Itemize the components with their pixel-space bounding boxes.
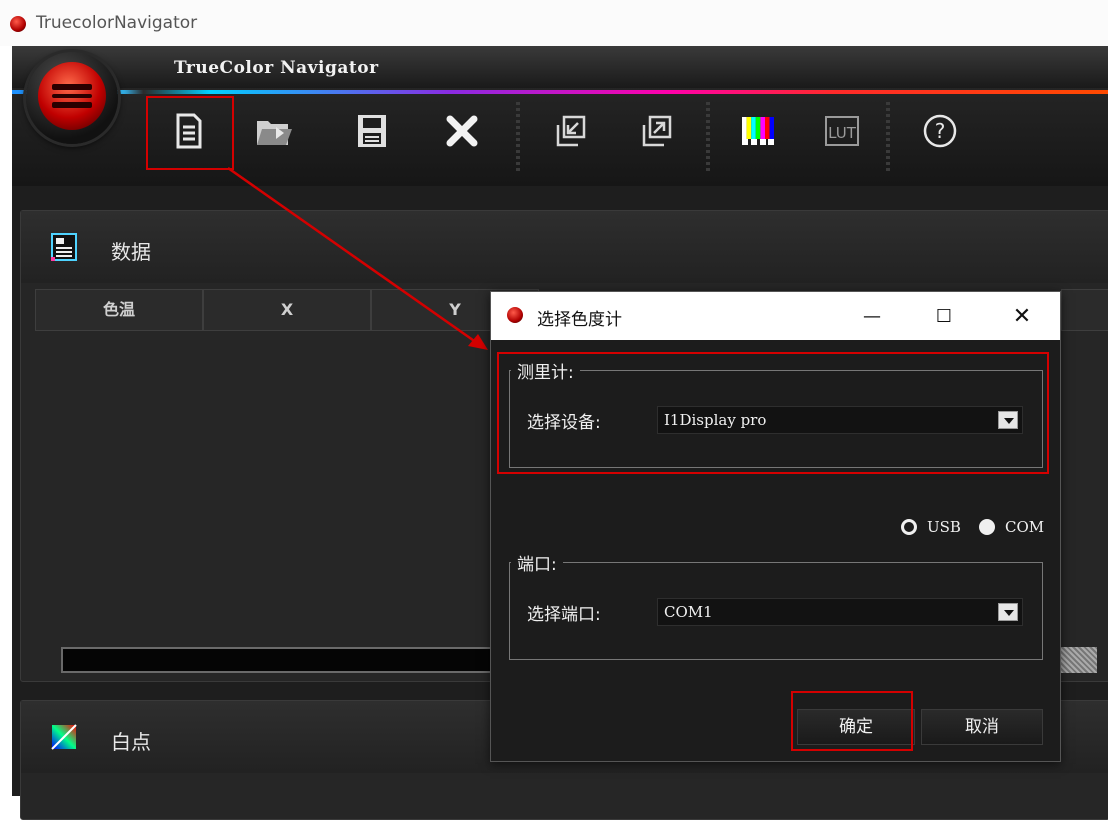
open-folder-icon (257, 121, 292, 145)
app-logo-icon (10, 16, 26, 32)
toolbar-separator (706, 102, 710, 172)
lut-label: LUT (828, 124, 857, 142)
maximize-button[interactable]: ☐ (923, 300, 965, 332)
open-button[interactable] (244, 102, 304, 160)
help-button[interactable]: ? (910, 102, 970, 160)
help-icon: ? (923, 114, 957, 148)
data-sheet-icon (51, 233, 77, 261)
usb-radio-label: USB (927, 518, 961, 536)
toolbar-separator (886, 102, 890, 172)
scrollbar-thumb[interactable] (1061, 647, 1097, 673)
lut-icon: LUT (825, 116, 859, 146)
port-select-value: COM1 (664, 603, 713, 621)
chevron-down-icon[interactable] (998, 603, 1018, 621)
highlight-ok-button (791, 691, 913, 751)
column-header-extra[interactable] (1061, 289, 1108, 331)
dialog-title: 选择色度计 (537, 310, 622, 330)
export-button[interactable] (626, 102, 686, 160)
app-title: TrueColor Navigator (174, 58, 379, 78)
maximize-icon: ☐ (935, 305, 953, 327)
select-colorimeter-dialog: 选择色度计 — ☐ ✕ 测里计: 选择设备: I1Display pro USB… (490, 291, 1061, 762)
port-select[interactable]: COM1 (657, 598, 1023, 626)
cancel-button[interactable]: 取消 (921, 709, 1043, 745)
delete-button[interactable] (432, 102, 492, 160)
test-pattern-button[interactable] (728, 102, 788, 160)
column-header-color-temp[interactable]: 色温 (35, 289, 203, 331)
highlight-new-button (146, 96, 234, 170)
whitepoint-panel-title: 白点 (111, 730, 151, 754)
import-icon (556, 115, 586, 147)
minimize-button[interactable]: — (851, 300, 893, 332)
rainbow-divider (12, 90, 1108, 94)
help-label: ? (935, 119, 946, 143)
delete-icon (446, 115, 478, 147)
column-header-x[interactable]: X (203, 289, 371, 331)
com-radio[interactable] (979, 519, 995, 535)
os-titlebar: TruecolorNavigator (0, 0, 1108, 46)
dialog-titlebar: 选择色度计 — ☐ ✕ (491, 292, 1060, 340)
lut-button[interactable]: LUT (812, 102, 872, 160)
data-panel-title: 数据 (111, 240, 151, 264)
dialog-logo-icon (507, 307, 523, 323)
usb-radio[interactable] (901, 519, 917, 535)
data-panel-header: 数据 (21, 211, 1108, 283)
toolbar-separator (516, 102, 520, 172)
highlight-meter-group (497, 352, 1049, 474)
import-button[interactable] (540, 102, 600, 160)
close-icon: ✕ (1012, 303, 1032, 329)
export-icon (642, 115, 672, 147)
com-radio-label: COM (1005, 518, 1045, 536)
save-button[interactable] (342, 102, 402, 160)
minimize-icon: — (863, 305, 881, 327)
close-button[interactable]: ✕ (1001, 300, 1043, 332)
os-window-title: TruecolorNavigator (36, 13, 198, 33)
port-label: 选择端口: (527, 605, 601, 625)
color-gamut-icon (51, 724, 77, 750)
test-pattern-icon (742, 117, 774, 145)
save-icon (358, 115, 386, 147)
port-legend: 端口: (511, 550, 563, 575)
